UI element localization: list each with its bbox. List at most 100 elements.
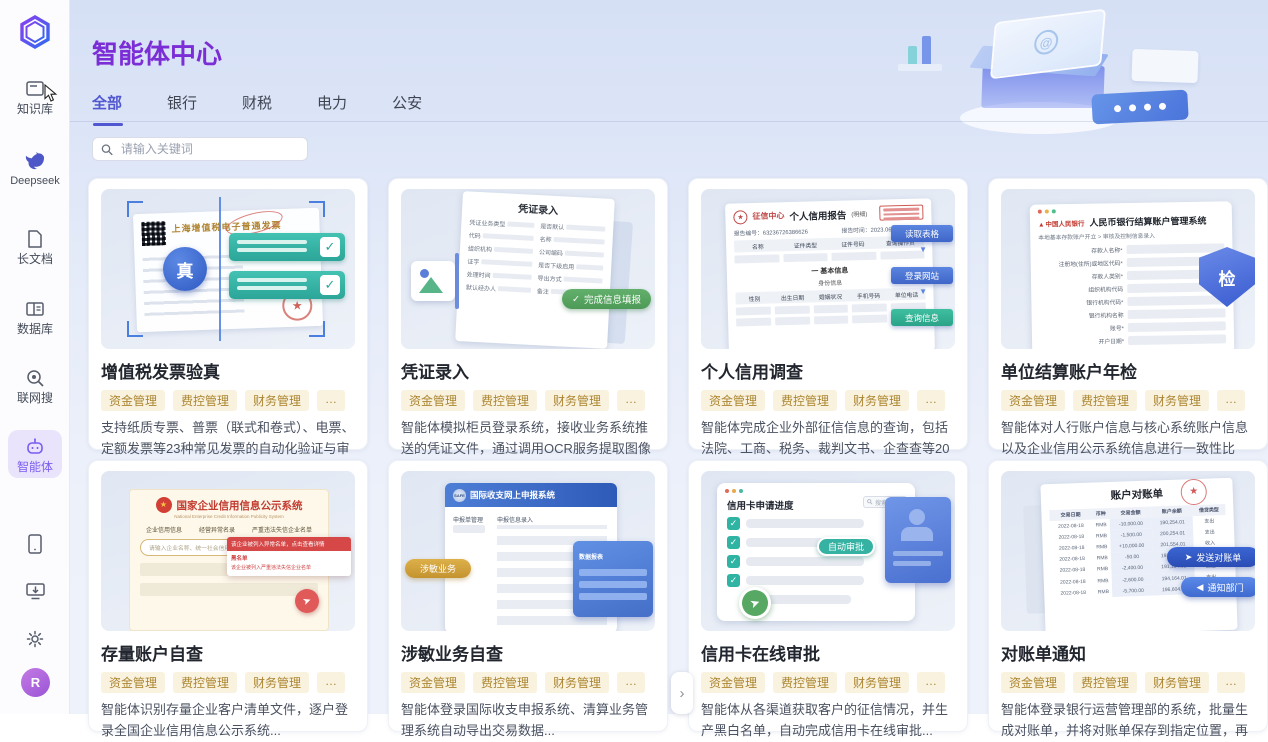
chip-mountain — [419, 277, 443, 293]
safe-title: 国际收支网上申报系统 — [470, 489, 555, 501]
hero-chart-bar — [922, 36, 931, 66]
agent-robot-icon — [24, 436, 46, 458]
tag: 费控管理 — [1073, 390, 1137, 411]
agent-card-stock-account-check[interactable]: ★ 国家企业信用信息公示系统 National Enterprise Credi… — [88, 460, 368, 732]
sidebar-item-agent[interactable]: 智能体 — [8, 430, 62, 478]
sidebar-item-knowledge-base[interactable]: 知识库 — [8, 72, 62, 120]
sidebar-item-deepseek[interactable]: Deepseek — [8, 144, 62, 192]
national-emblem: ★ — [156, 497, 172, 513]
data-report-panel: 数据报表 — [573, 541, 653, 617]
hero-base-ellipse — [960, 102, 1120, 134]
tag: 资金管理 — [401, 390, 465, 411]
card-title: 增值税发票验真 — [101, 358, 355, 383]
form-rows: 存款人名称*注册地(住所)或地区代码*存款人类别*组织机构代码银行机构代码*银行… — [1038, 241, 1226, 348]
card-title: 个人信用调查 — [701, 358, 955, 383]
form-field: 默认经办人 — [466, 282, 531, 294]
check-row: ✓ — [229, 271, 345, 299]
table-header-2: 性别出生日期婚姻状况手机号码单位电话 — [735, 288, 925, 305]
content-block — [140, 583, 318, 596]
card-illustration: 信用卡申请进度 搜索 ✓ ✓ ✓ ✓ 自动审批 ➤ — [701, 471, 955, 631]
publicity-tabs: 企业信用信息经营异常名录严重违法失信企业名单 — [140, 525, 318, 534]
card-illustration: 上海增值税电子普通发票 ★ 真 ✓ ✓ — [101, 189, 355, 349]
agent-card-invoice-verify[interactable]: 上海增值税电子普通发票 ★ 真 ✓ ✓ 增值税发票验真 资金管理费控管理财务管理… — [88, 178, 368, 450]
tag: 资金管理 — [401, 672, 465, 693]
credit-center-seal: ★ — [733, 210, 747, 224]
search-box[interactable] — [92, 137, 308, 161]
user-avatar[interactable]: R — [21, 668, 50, 697]
sidebar-item-label: 数据库 — [8, 323, 62, 336]
sidebar-item-web-search[interactable]: 联网搜 — [8, 361, 62, 409]
page-title: 智能体中心 — [92, 34, 222, 71]
megaphone-icon: ◀ — [1197, 582, 1204, 593]
card-tags: 资金管理费控管理财务管理… — [401, 390, 655, 411]
card-title: 涉敏业务自查 — [401, 640, 655, 665]
hero-chart-base — [898, 64, 942, 71]
mobile-app-icon[interactable] — [24, 532, 46, 561]
agent-card-statement-notice[interactable]: 账户对账单 ★ 交易日期币种交易金额账户余额借贷类型 2022-08-18RMB… — [988, 460, 1268, 732]
tag: … — [317, 672, 345, 693]
form-field: 处理时间 — [466, 269, 531, 281]
tag: 财务管理 — [245, 390, 309, 411]
card-tags: 资金管理费控管理财务管理… — [1001, 672, 1255, 693]
desktop-download-icon[interactable] — [24, 580, 47, 607]
auto-approve-badge: 自动审批 — [817, 537, 875, 556]
next-page-button[interactable]: › — [671, 672, 693, 714]
form-field: 证字 — [467, 256, 532, 268]
card-description: 智能体从各渠道获取客户的征信情况，并生产黑白名单，自动完成信用卡在线审批... — [701, 700, 955, 742]
sidebar-item-long-document[interactable]: 长文档 — [8, 222, 62, 270]
panel-title: 数据报表 — [579, 555, 603, 561]
arrow-down-icon: ▼ — [919, 245, 927, 254]
hero-illustration: @ — [840, 4, 1260, 162]
sidebar-item-database[interactable]: 数据库 — [8, 292, 62, 340]
card-title: 存量账户自查 — [101, 640, 355, 665]
card-illustration: ★ 征信中心 个人信用报告 (明细) 报告编号：63236726386626 报… — [701, 189, 955, 349]
blacklist-alert: 该企业被列入异常名单，点击查看详情 黑名单 该企业被列入严重违法失信企业名单 — [227, 537, 351, 576]
form-field: 公司编码 — [539, 247, 604, 259]
card-tags: 资金管理费控管理财务管理… — [101, 390, 355, 411]
search-input[interactable] — [119, 141, 299, 157]
table-row-bars — [734, 251, 924, 264]
publicity-subtitle: National Enterprise Credit Information P… — [140, 514, 318, 519]
login-site-button: 登录网站 — [891, 267, 953, 284]
card-tags: 资金管理费控管理财务管理… — [101, 672, 355, 693]
tag: 费控管理 — [173, 672, 237, 693]
agent-card-personal-credit[interactable]: ★ 征信中心 个人信用报告 (明细) 报告编号：63236726386626 报… — [688, 178, 968, 450]
agent-card-account-annual-check[interactable]: 中国人民银行 人民币银行结算账户管理系统 本地基本存款账户开立 > 审核及控制信… — [988, 178, 1268, 450]
tag: 费控管理 — [473, 672, 537, 693]
check-row: ✓ — [229, 233, 345, 261]
tag: … — [617, 390, 645, 411]
report-title-suffix: (明细) — [851, 209, 867, 218]
hero-chart-bar — [908, 46, 917, 66]
form-field: 组织机构 — [468, 243, 533, 255]
card-illustration: ★ 国家企业信用信息公示系统 National Enterprise Credi… — [101, 471, 355, 631]
app-logo-icon[interactable] — [15, 12, 55, 52]
tag: 财务管理 — [245, 672, 309, 693]
tag: 资金管理 — [701, 672, 765, 693]
tag: 费控管理 — [473, 390, 537, 411]
card-tags: 资金管理费控管理财务管理… — [701, 390, 955, 411]
tag: 费控管理 — [173, 390, 237, 411]
card-title: 凭证录入 — [401, 358, 655, 383]
alert-line: 黑名单 — [231, 554, 347, 562]
tag: 费控管理 — [773, 390, 837, 411]
hero-dots-bubble — [1091, 90, 1188, 125]
tag: 财务管理 — [545, 672, 609, 693]
verified-badge: 真 — [163, 247, 207, 291]
sensitive-business-badge: 涉敏业务 — [405, 559, 471, 578]
settings-gear-icon[interactable] — [24, 628, 46, 655]
agent-card-credit-card-approval[interactable]: 信用卡申请进度 搜索 ✓ ✓ ✓ ✓ 自动审批 ➤ — [688, 460, 968, 732]
knowledge-base-icon — [24, 78, 46, 100]
sidebar-item-label: 联网搜 — [8, 392, 62, 405]
window-dots — [1038, 206, 1224, 213]
form-field: 导出方式 — [537, 273, 602, 285]
card-title: 单位结算账户年检 — [1001, 358, 1255, 383]
agent-card-voucher-entry[interactable]: 凭证录入 凭证业务类型是否默认代码名称组织机构公司编码证字是否下级启用处理时间导… — [388, 178, 668, 450]
scan-corner — [127, 321, 143, 337]
card-description: 智能体完成企业外部征信信息的查询，包括法院、工商、税务、裁判文书、企查查等20多… — [701, 418, 955, 460]
invoice-graphic: 上海增值税电子普通发票 ★ — [133, 208, 323, 332]
alert-body: 黑名单 该企业被列入严重违法失信企业名单 — [227, 551, 351, 576]
task-row: ✓ — [727, 555, 864, 568]
agent-card-sensitive-business-check[interactable]: SAFE 国际收支网上申报系统 申报单管理 申报信息录入 涉敏业务 数据报表 涉… — [388, 460, 668, 732]
content-label: 申报信息录入 — [497, 515, 533, 524]
tag: 费控管理 — [1073, 672, 1137, 693]
